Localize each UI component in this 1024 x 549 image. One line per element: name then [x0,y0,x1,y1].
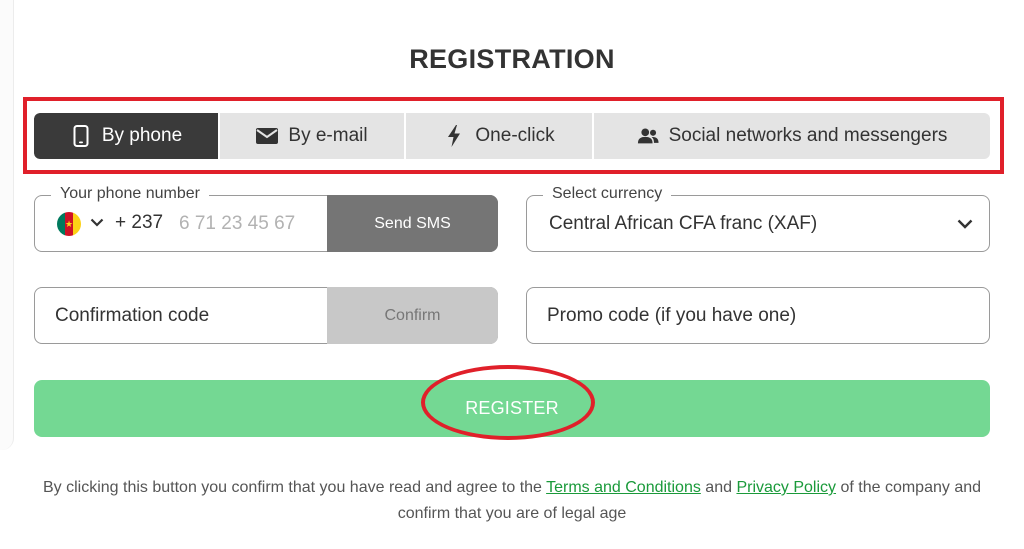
confirmation-code-field: Confirm [34,287,498,344]
lightning-icon [443,125,465,147]
phone-number-legend: Your phone number [51,185,209,203]
tab-by-email[interactable]: By e-mail [220,113,406,159]
confirm-button[interactable]: Confirm [327,287,498,344]
tab-one-click-label: One-click [475,125,555,146]
tab-by-phone-label: By phone [101,125,183,146]
cameroon-flag-icon[interactable]: ★ [57,212,81,236]
tab-one-click[interactable]: One-click [406,113,594,159]
confirmation-code-input[interactable] [55,301,315,331]
promo-code-field [526,287,990,344]
terms-text-before: By clicking this button you confirm that… [42,479,547,496]
dial-code: + 237 [115,212,164,233]
page-title: REGISTRATION [409,44,615,74]
registration-method-tabs: By phone By e-mail One-click Social netw… [34,113,990,159]
tab-social-networks[interactable]: Social networks and messengers [594,113,990,159]
currency-select[interactable]: Select currency Central African CFA fran… [526,185,990,252]
terms-notice: By clicking this button you confirm that… [40,475,984,527]
currency-legend: Select currency [543,185,672,203]
send-sms-button[interactable]: Send SMS [327,195,498,252]
phone-number-field: Your phone number ★ + 237 Send SMS [34,185,498,252]
smartphone-icon [70,125,92,147]
tab-social-networks-label: Social networks and messengers [668,125,948,146]
terms-text-middle: and [700,479,737,496]
terms-and-conditions-link[interactable]: Terms and Conditions [546,479,701,496]
promo-code-input[interactable] [547,301,967,331]
register-button[interactable]: REGISTER [34,380,990,437]
users-icon [637,125,659,147]
envelope-icon [256,125,279,147]
privacy-policy-link[interactable]: Privacy Policy [736,479,836,496]
tab-by-phone[interactable]: By phone [34,113,220,159]
chevron-down-icon[interactable] [90,214,104,232]
phone-input[interactable] [179,209,329,239]
tab-by-email-label: By e-mail [288,125,368,146]
currency-selected-value: Central African CFA franc (XAF) [549,213,818,234]
chevron-down-icon [957,216,973,234]
